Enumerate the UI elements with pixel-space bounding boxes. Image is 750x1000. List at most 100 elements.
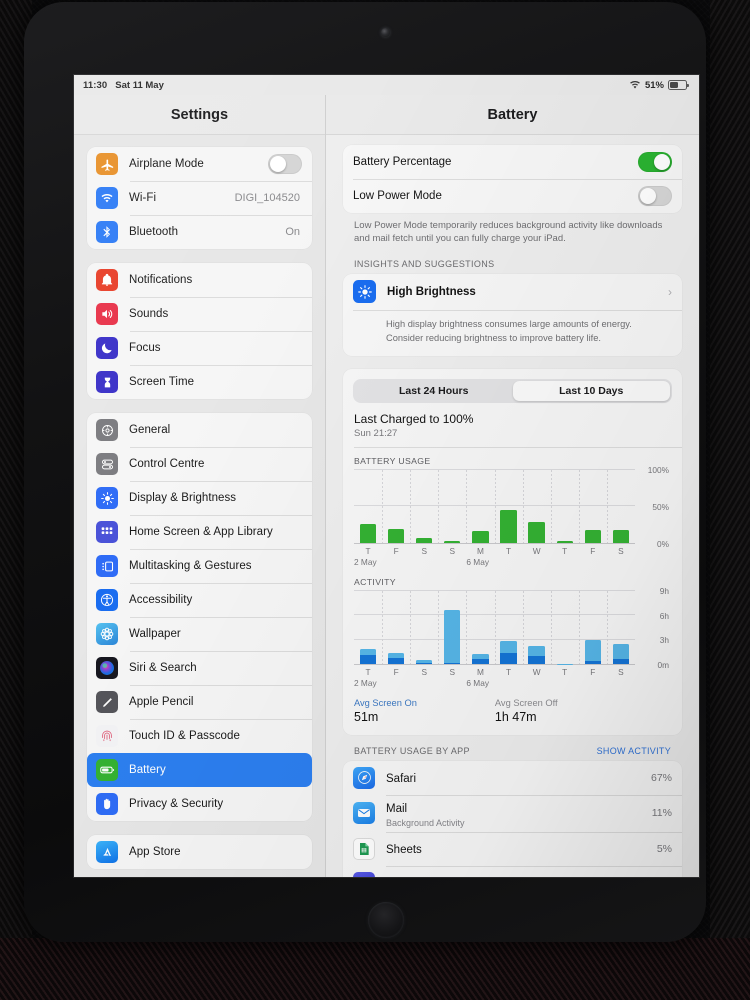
- sidebar-item-touch-id-passcode[interactable]: Touch ID & Passcode: [87, 719, 312, 753]
- sidebar-item-multitasking[interactable]: Multitasking & Gestures: [87, 549, 312, 583]
- hourglass-icon: [96, 371, 118, 393]
- sidebar-group-notifications: Notifications Sounds Focus Screen Time: [87, 263, 312, 399]
- bar-slot: [607, 591, 635, 664]
- sidebar-scroll-area[interactable]: Airplane Mode Wi-Fi DIGI_104520 Bluetoot…: [74, 135, 325, 877]
- sidebar-item-home-screen[interactable]: Home Screen & App Library: [87, 515, 312, 549]
- screen-on-segment: [528, 656, 545, 664]
- home-button[interactable]: [368, 902, 404, 938]
- show-activity-button[interactable]: SHOW ACTIVITY: [597, 746, 671, 756]
- app-info: Mail Background Activity: [386, 799, 465, 828]
- sidebar-item-battery[interactable]: Battery: [87, 753, 312, 787]
- app-row-sheets[interactable]: Sheets 5%: [343, 831, 682, 866]
- sidebar-item-apple-pencil[interactable]: Apple Pencil: [87, 685, 312, 719]
- front-camera-icon: [381, 28, 390, 37]
- sidebar-group-connectivity: Airplane Mode Wi-Fi DIGI_104520 Bluetoot…: [87, 147, 312, 249]
- activity-bar: [416, 658, 433, 664]
- sidebar-item-label: Wallpaper: [129, 628, 181, 640]
- safari-icon: [353, 766, 375, 789]
- sidebar-item-notifications[interactable]: Notifications: [87, 263, 312, 297]
- app-info: Finance: [386, 874, 427, 877]
- bar-slot: [466, 470, 494, 543]
- brightness-icon: [353, 280, 376, 304]
- y-axis-tick: 6h: [659, 610, 669, 621]
- activity-chart-title: ACTIVITY: [354, 576, 396, 587]
- bar-container: [354, 470, 635, 543]
- by-app-title: BATTERY USAGE BY APP: [354, 745, 470, 756]
- app-name: Mail: [386, 802, 408, 815]
- activity-chart: ACTIVITY 0m 3h 6h 9h T F S S M T W T F S 2 May 6 May: [343, 567, 682, 688]
- sidebar-item-sounds[interactable]: Sounds: [87, 297, 312, 331]
- sidebar-item-airplane-mode[interactable]: Airplane Mode: [87, 147, 312, 181]
- time-range-segmented-control[interactable]: Last 24 Hours Last 10 Days: [353, 378, 672, 403]
- battery-usage-bar: [444, 541, 461, 543]
- battery-detail-pane: Battery Battery Percentage Low Power Mod…: [326, 95, 699, 877]
- bar-slot: [579, 470, 607, 543]
- sidebar-item-screen-time[interactable]: Screen Time: [87, 365, 312, 399]
- x-axis-tick: F: [590, 666, 596, 677]
- sidebar-item-label: Battery: [129, 764, 166, 776]
- x-axis-tick: T: [505, 545, 512, 556]
- date-caption: 6 May: [466, 677, 489, 688]
- ipad-screen: 11:30 Sat 11 May 51% Settings Airplane M…: [74, 75, 699, 877]
- detail-scroll-area[interactable]: Battery Percentage Low Power Mode Low Po…: [326, 135, 699, 877]
- bar-slot: [466, 591, 494, 664]
- x-axis-tick: T: [562, 545, 568, 556]
- x-axis-tick: S: [618, 666, 624, 677]
- sidebar-item-accessibility[interactable]: Accessibility: [87, 583, 312, 617]
- low-power-mode-row[interactable]: Low Power Mode: [343, 179, 682, 213]
- x-axis-tick: S: [421, 666, 427, 677]
- sidebar-item-label: Control Centre: [129, 458, 205, 470]
- airplane-mode-toggle[interactable]: [268, 154, 302, 174]
- battery-usage-bar: [359, 523, 377, 543]
- sidebar-item-focus[interactable]: Focus: [87, 331, 312, 365]
- sliders-icon: [96, 453, 118, 475]
- x-axis-tick: F: [393, 545, 399, 556]
- status-time: 11:30: [83, 79, 108, 91]
- app-row-safari[interactable]: Safari 67%: [343, 761, 682, 795]
- app-row-finance[interactable]: Finance 3%: [343, 865, 682, 877]
- sidebar-item-app-store[interactable]: App Store: [87, 835, 312, 869]
- battery-usage-bar: [528, 521, 545, 543]
- bar-slot: [523, 470, 551, 543]
- screen-on-segment: [612, 659, 630, 664]
- y-axis-tick: 50%: [652, 501, 669, 512]
- x-axis-tick: F: [590, 545, 596, 556]
- app-row-mail[interactable]: Mail Background Activity 11%: [343, 794, 682, 832]
- battery-usage-by-app-header: BATTERY USAGE BY APP SHOW ACTIVITY: [343, 735, 682, 761]
- sidebar-item-control-centre[interactable]: Control Centre: [87, 447, 312, 481]
- sidebar-item-label: Siri & Search: [129, 662, 197, 674]
- sidebar-item-label: General: [129, 424, 171, 436]
- tab-last-10-days[interactable]: Last 10 Days: [512, 380, 670, 401]
- bar-slot: [438, 591, 466, 664]
- sidebar-item-label: Screen Time: [129, 376, 195, 388]
- sidebar-item-label: Display & Brightness: [129, 492, 237, 504]
- status-date: Sat 11 May: [115, 79, 164, 91]
- sheets-icon: [353, 837, 375, 860]
- y-axis-tick: 0%: [657, 538, 669, 549]
- finance-icon: [353, 871, 375, 877]
- avg-screen-on-label: Avg Screen On: [354, 697, 417, 708]
- sidebar-item-siri-search[interactable]: Siri & Search: [87, 651, 312, 685]
- x-axis-tick: W: [532, 545, 541, 556]
- sidebar-item-label: Focus: [129, 342, 161, 354]
- x-axis-tick: W: [532, 666, 541, 677]
- app-info: Safari: [386, 769, 416, 787]
- insight-high-brightness-row[interactable]: High Brightness ›: [343, 274, 682, 310]
- battery-percentage-row[interactable]: Battery Percentage: [343, 145, 682, 179]
- ipad-device: 11:30 Sat 11 May 51% Settings Airplane M…: [24, 2, 706, 942]
- sidebar-item-general[interactable]: General: [87, 413, 312, 447]
- sidebar-item-label: Multitasking & Gestures: [129, 560, 252, 572]
- sidebar-item-wallpaper[interactable]: Wallpaper: [87, 617, 312, 651]
- gear-icon: [96, 419, 118, 441]
- sidebar-item-bluetooth[interactable]: Bluetooth On: [87, 215, 312, 249]
- settings-sidebar[interactable]: Settings Airplane Mode Wi-Fi DIGI_104520…: [74, 95, 326, 877]
- sidebar-item-display-brightness[interactable]: Display & Brightness: [87, 481, 312, 515]
- battery-percentage-toggle[interactable]: [638, 152, 672, 172]
- sidebar-item-privacy-security[interactable]: Privacy & Security: [87, 787, 312, 821]
- low-power-mode-toggle[interactable]: [638, 186, 672, 206]
- date-caption: 2 May: [354, 556, 377, 567]
- tab-last-24-hours[interactable]: Last 24 Hours: [355, 381, 513, 401]
- activity-plot: [354, 589, 635, 665]
- activity-bar: [359, 648, 377, 664]
- sidebar-item-wifi[interactable]: Wi-Fi DIGI_104520: [87, 181, 312, 215]
